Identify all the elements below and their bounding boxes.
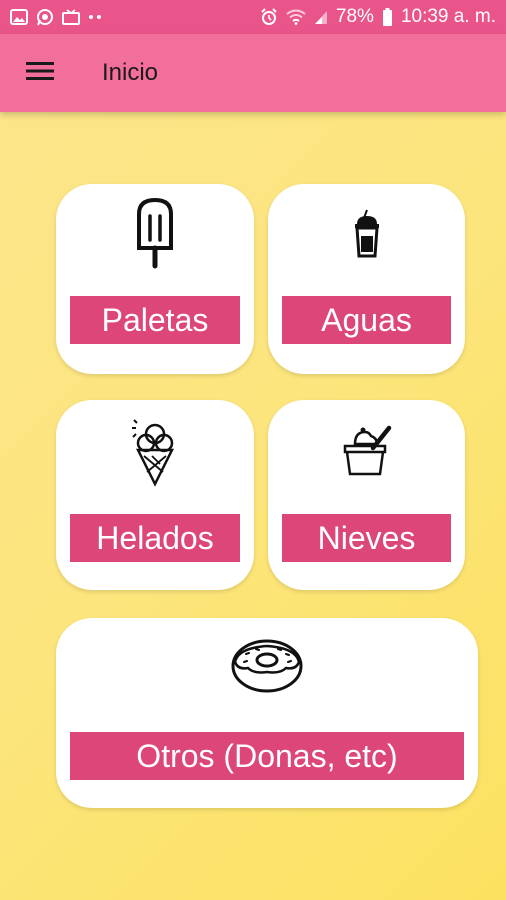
alarm-icon	[260, 8, 278, 26]
sorbet-cup-icon	[339, 422, 395, 483]
status-left	[10, 8, 102, 26]
signal-icon	[314, 9, 328, 25]
image-icon	[10, 9, 28, 25]
dots-icon	[88, 14, 102, 20]
status-time: 10:39 a. m.	[400, 6, 496, 27]
drink-cup-icon-wrap	[268, 208, 465, 265]
donut-icon-wrap	[56, 638, 478, 699]
category-card-paletas[interactable]: Paletas	[56, 184, 254, 374]
drink-cup-icon	[352, 208, 382, 265]
popsicle-icon-wrap	[56, 196, 254, 275]
battery-percent: 78%	[335, 6, 374, 27]
category-label-nieves: Nieves	[282, 514, 451, 562]
sorbet-cup-icon-wrap	[268, 422, 465, 483]
category-label-aguas: Aguas	[282, 296, 451, 344]
donut-icon	[230, 638, 304, 699]
status-bar: 78% 10:39 a. m.	[0, 0, 506, 34]
category-card-aguas[interactable]: Aguas	[268, 184, 465, 374]
status-right: 78% 10:39 a. m.	[260, 6, 496, 28]
popsicle-icon	[133, 196, 177, 275]
battery-icon	[382, 8, 393, 26]
ice-cream-cone-icon-wrap	[56, 416, 254, 493]
whatsapp-icon	[36, 8, 54, 26]
tv-icon	[62, 9, 80, 25]
hamburger-menu-icon	[26, 61, 54, 86]
category-label-helados: Helados	[70, 514, 240, 562]
wifi-icon	[286, 9, 306, 25]
category-label-otros: Otros (Donas, etc)	[70, 732, 464, 780]
hamburger-menu-button[interactable]	[0, 34, 80, 112]
category-card-helados[interactable]: Helados	[56, 400, 254, 590]
category-card-otros[interactable]: Otros (Donas, etc)	[56, 618, 478, 808]
category-card-nieves[interactable]: Nieves	[268, 400, 465, 590]
category-label-paletas: Paletas	[70, 296, 240, 344]
app-bar: Inicio	[0, 34, 506, 112]
page-title: Inicio	[102, 59, 159, 86]
ice-cream-cone-icon	[130, 416, 180, 493]
